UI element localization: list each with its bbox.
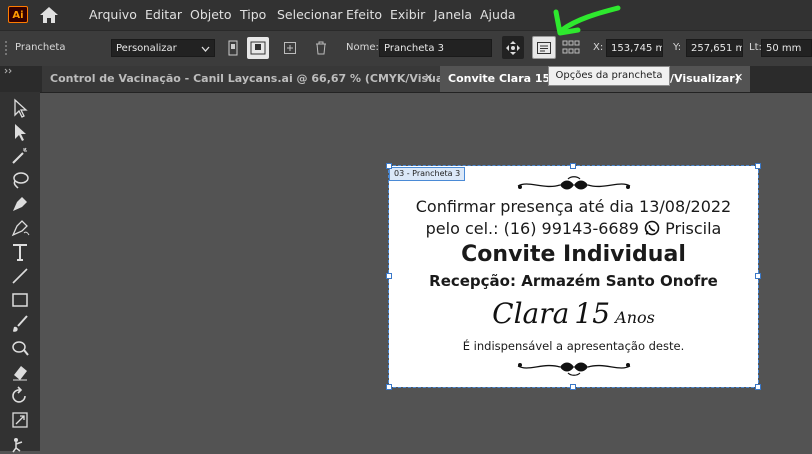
artboard-name-input[interactable]: Prancheta 3 xyxy=(379,39,492,57)
delete-artboard-button[interactable] xyxy=(310,37,332,59)
line-tool-icon[interactable] xyxy=(10,266,30,286)
control-bar: Prancheta Personalizar Nome: Prancheta 3… xyxy=(0,30,812,67)
preset-dropdown[interactable]: Personalizar xyxy=(111,39,215,57)
y-input[interactable]: 257,651 mm xyxy=(686,39,743,57)
script-title: Clara 15 Anos xyxy=(389,297,758,330)
app-logo: Ai xyxy=(8,6,28,23)
invite-title: Convite Individual xyxy=(461,242,686,267)
tooltip: Opções da prancheta xyxy=(548,66,670,86)
menu-ajuda[interactable]: Ajuda xyxy=(480,7,516,22)
menu-bar: Ai Arquivo Editar Objeto Tipo Selecionar… xyxy=(0,0,812,30)
direct-selection-tool-icon[interactable] xyxy=(10,122,30,142)
lasso-tool-icon[interactable] xyxy=(10,170,30,190)
tab-control-vacinacao[interactable]: Control de Vacinação - Canil Laycans.ai … xyxy=(42,66,440,92)
script-number: 15 xyxy=(574,297,611,330)
eraser-tool-icon[interactable] xyxy=(10,362,30,382)
home-icon[interactable] xyxy=(38,5,60,25)
handle-bottom-center[interactable] xyxy=(570,384,576,390)
close-tab-icon[interactable]: ✕ xyxy=(734,71,743,84)
landscape-icon xyxy=(250,41,266,55)
move-artboard-button[interactable] xyxy=(502,36,524,59)
handle-top-left[interactable] xyxy=(386,163,392,169)
contact-name: Priscila xyxy=(665,219,722,238)
confirm-text: Confirmar presença até dia 13/08/2022 xyxy=(415,197,732,216)
rearrange-artboards-button[interactable] xyxy=(560,37,582,59)
artboard-label[interactable]: 03 - Prancheta 3 xyxy=(389,167,466,181)
blob-brush-tool-icon[interactable] xyxy=(10,338,30,358)
collapse-panel-icon[interactable] xyxy=(4,68,14,74)
ornament-top-icon xyxy=(517,176,631,190)
whatsapp-icon xyxy=(644,220,660,236)
type-tool-icon[interactable] xyxy=(10,242,30,262)
y-label: Y: xyxy=(673,42,682,53)
width-input[interactable]: 50 mm xyxy=(761,39,812,57)
phone-line: pelo cel.: (16) 99143-6689 Priscila xyxy=(389,219,758,238)
new-artboard-icon xyxy=(284,42,296,54)
footer-text: É indispensável a apresentação deste. xyxy=(462,339,685,353)
move-arrows-icon xyxy=(506,40,520,55)
chevron-down-icon xyxy=(201,46,210,52)
menu-objeto[interactable]: Objeto xyxy=(190,7,232,22)
menu-tipo[interactable]: Tipo xyxy=(240,7,266,22)
context-label: Prancheta xyxy=(15,42,66,53)
handle-top-right[interactable] xyxy=(755,163,761,169)
menu-janela[interactable]: Janela xyxy=(434,7,472,22)
tab-label-tail: /Visualizar) xyxy=(670,72,740,85)
menu-editar[interactable]: Editar xyxy=(145,7,182,22)
reception-text: Recepção: Armazém Santo Onofre xyxy=(429,272,718,290)
phone-text: pelo cel.: (16) 99143-6689 xyxy=(425,219,639,238)
panel-grip-icon[interactable] xyxy=(3,40,9,56)
magic-wand-tool-icon[interactable] xyxy=(10,146,30,166)
curvature-tool-icon[interactable] xyxy=(10,218,30,238)
tools-panel xyxy=(0,92,40,454)
x-input[interactable]: 153,745 mm xyxy=(606,39,663,57)
document-tabs: Control de Vacinação - Canil Laycans.ai … xyxy=(0,66,812,93)
portrait-icon xyxy=(228,40,238,56)
paintbrush-tool-icon[interactable] xyxy=(10,314,30,334)
annotation-arrow-icon xyxy=(553,5,621,36)
tab-label: Control de Vacinação - Canil Laycans.ai … xyxy=(50,72,440,85)
preset-value: Personalizar xyxy=(116,43,177,54)
grid-icon xyxy=(562,40,580,54)
menu-exibir[interactable]: Exibir xyxy=(390,7,425,22)
name-label: Nome: xyxy=(346,42,379,53)
portrait-button[interactable] xyxy=(222,37,244,59)
handle-bottom-left[interactable] xyxy=(386,384,392,390)
menu-selecionar[interactable]: Selecionar xyxy=(277,7,343,22)
scale-tool-icon[interactable] xyxy=(10,410,30,430)
handle-bottom-right[interactable] xyxy=(755,384,761,390)
landscape-button[interactable] xyxy=(247,37,269,59)
rectangle-tool-icon[interactable] xyxy=(10,290,30,310)
width-label: Lt: xyxy=(749,42,762,53)
handle-top-center[interactable] xyxy=(570,163,576,169)
trash-icon xyxy=(316,41,326,55)
menu-arquivo[interactable]: Arquivo xyxy=(89,7,137,22)
rotate-tool-icon[interactable] xyxy=(10,386,30,406)
artboard-options-icon xyxy=(537,41,551,54)
script-name: Clara xyxy=(492,297,570,330)
puppet-warp-tool-icon[interactable] xyxy=(10,434,30,454)
pen-tool-icon[interactable] xyxy=(10,194,30,214)
x-label: X: xyxy=(593,42,604,53)
new-artboard-button[interactable] xyxy=(279,37,301,59)
selection-tool-icon[interactable] xyxy=(10,98,30,118)
script-suffix: Anos xyxy=(615,308,655,327)
ornament-bottom-icon xyxy=(517,362,631,376)
menu-efeito[interactable]: Efeito xyxy=(346,7,382,22)
close-tab-icon[interactable]: ✕ xyxy=(424,71,433,84)
